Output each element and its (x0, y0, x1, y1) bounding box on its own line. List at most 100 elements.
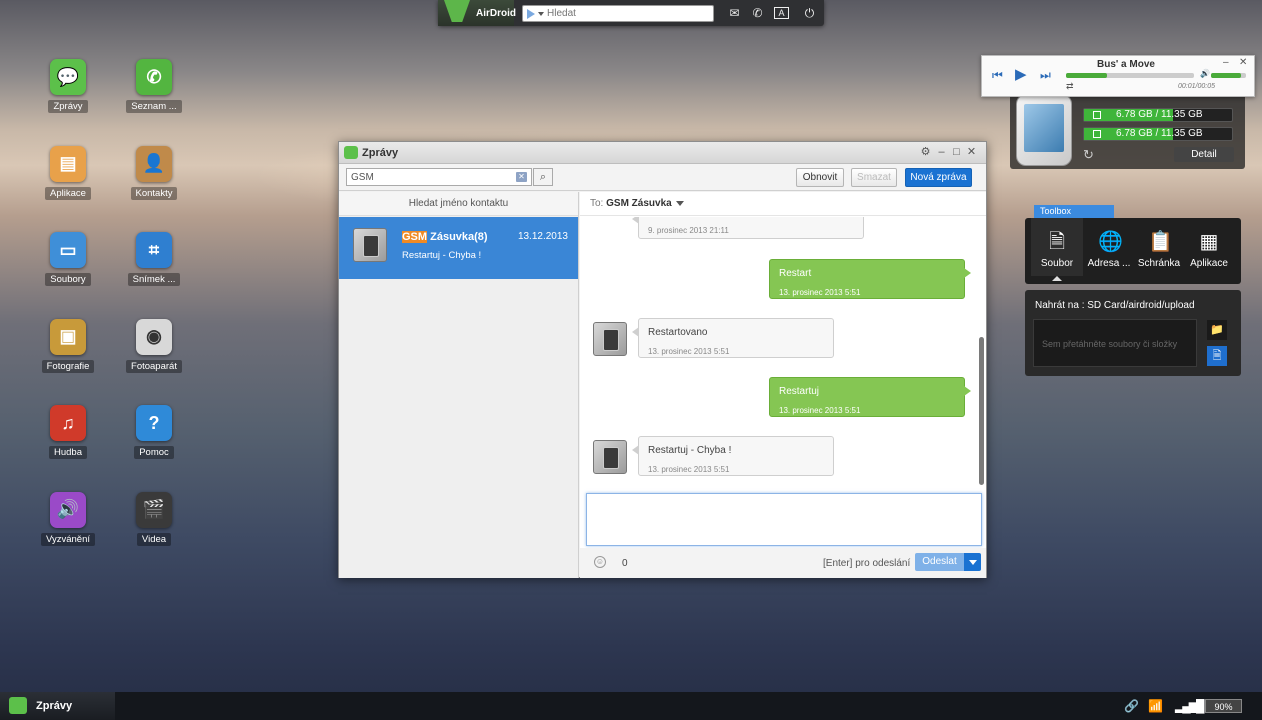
brand-name: AirDroid (476, 8, 516, 19)
desktop-icon-label: Zprávy (48, 100, 88, 113)
sms-icon[interactable]: A (774, 7, 789, 19)
desktop-icon-videos[interactable]: 🎬 Videa (119, 491, 189, 549)
previous-icon[interactable]: ⏮ (992, 68, 1003, 83)
search-icon: ⌕ (539, 171, 547, 183)
message-text: Restartovano (648, 327, 708, 338)
close-icon[interactable]: ✕ (966, 146, 977, 158)
minimize-icon[interactable]: – (1223, 57, 1229, 68)
volume-icon[interactable]: 🔊 (1200, 69, 1210, 78)
tool-apps[interactable]: ▦ Aplikace (1183, 218, 1235, 276)
outgoing-message[interactable]: Restart 13. prosinec 2013 5:51 (769, 259, 971, 299)
camera-icon: ◉ (136, 318, 172, 355)
ringtones-icon: 🔊 (50, 491, 86, 528)
next-icon[interactable]: ⏭ (1040, 68, 1051, 83)
outgoing-message[interactable]: Restartuj 13. prosinec 2013 5:51 (769, 377, 971, 417)
tool-address[interactable]: 🌐 Adresa ... (1083, 218, 1135, 276)
play-store-icon (527, 9, 535, 19)
desktop-icon-label: Videa (136, 532, 172, 546)
global-search-input[interactable] (547, 7, 707, 20)
desktop-icon-label: Snímek ... (127, 273, 181, 286)
desktop-icon-contacts[interactable]: 👤 Kontakty (119, 145, 189, 203)
message-thread[interactable]: 9. prosinec 2013 21:11 Restart 13. prosine… (580, 217, 986, 487)
music-player: Bus' a Move ⏮ ▶ ⏭ 🔊 ⇄ 00:01/00:05 – ✕ (981, 55, 1255, 97)
desktop-icon-files[interactable]: ▭ Soubory (33, 232, 103, 289)
recipient-bar[interactable]: To: GSM Zásuvka (580, 192, 986, 216)
photos-icon: ▣ (50, 318, 86, 355)
play-icon[interactable]: ▶ (1015, 65, 1027, 83)
refresh-icon[interactable]: ↻ (1083, 147, 1094, 163)
phone-image (1016, 94, 1072, 166)
wifi-icon: 📶 (1148, 699, 1163, 713)
compose-box[interactable] (586, 493, 982, 546)
toolbox-label: Toolbox (1034, 205, 1114, 218)
send-button[interactable]: Odeslat (915, 553, 964, 571)
upload-panel: Nahrát na : SD Card/airdroid/upload Sem … (1025, 290, 1241, 376)
link-icon[interactable]: 🔗 (1124, 699, 1139, 713)
signal-icon: ▂▄▆█ (1175, 699, 1205, 713)
maximize-icon[interactable]: □ (951, 146, 962, 158)
upload-destination: Nahrát na : SD Card/airdroid/upload (1035, 300, 1195, 311)
incoming-message[interactable]: Restartovano 13. prosinec 2013 5:51 (632, 318, 834, 358)
desktop-icon-contacts-list[interactable]: ✆ Seznam ... (119, 59, 189, 116)
compose-footer: ☺ 0 [Enter] pro odeslání Odeslat (580, 548, 986, 578)
progress-bar[interactable] (1066, 73, 1194, 78)
send-options-dropdown[interactable] (964, 553, 981, 571)
contact-search-input[interactable] (351, 171, 511, 183)
messages-app-icon (344, 146, 358, 159)
message-timestamp: 13. prosinec 2013 5:51 (779, 288, 861, 297)
desktop-icon-screenshot[interactable]: ⌗ Snímek ... (119, 232, 189, 289)
repeat-icon[interactable]: ⇄ (1066, 81, 1074, 92)
desktop-icon-help[interactable]: ? Pomoc (119, 405, 189, 462)
power-icon[interactable]: ⏻ (802, 6, 817, 20)
global-search[interactable] (522, 5, 714, 22)
new-message-button[interactable]: Nová zpráva (905, 168, 972, 187)
contact-search[interactable]: ✕ (346, 168, 532, 186)
help-icon: ? (136, 405, 172, 441)
tool-file[interactable]: 🗎 Soubor (1031, 218, 1083, 281)
storage-sd-text: 6.78 GB / 11.35 GB (1116, 128, 1203, 139)
desktop-icon-apps[interactable]: ▤ Aplikace (33, 145, 103, 203)
emoji-icon[interactable]: ☺ (594, 556, 606, 568)
playback-time: 00:01/00:05 (1178, 83, 1215, 90)
incoming-message[interactable]: Restartuj - Chyba ! 13. prosinec 2013 5:5… (632, 436, 834, 476)
name-rest: Zásuvka(8) (427, 231, 488, 243)
desktop-icon-camera[interactable]: ◉ Fotoaparát (119, 318, 189, 376)
desktop-icon-label: Soubory (45, 273, 91, 286)
minimize-icon[interactable]: – (936, 146, 947, 158)
desktop-icon-ringtones[interactable]: 🔊 Vyzvánění (33, 491, 103, 549)
gear-icon[interactable]: ⚙ (920, 146, 931, 158)
taskbar-messages[interactable]: Zprávy (0, 692, 115, 720)
chevron-down-icon[interactable] (538, 12, 544, 16)
volume-slider[interactable] (1211, 73, 1246, 78)
window-toolbar: ✕ ⌕ Obnovit Smazat Nová zpráva (339, 164, 986, 191)
phone-icon[interactable]: ✆ (750, 6, 765, 20)
desktop-icon-photos[interactable]: ▣ Fotografie (33, 318, 103, 376)
delete-button[interactable]: Smazat (851, 168, 897, 187)
scrollbar[interactable] (979, 337, 984, 485)
battery-indicator: 90% (1205, 699, 1242, 713)
close-icon[interactable]: ✕ (1239, 57, 1247, 68)
window-title: Zprávy (362, 147, 399, 159)
tool-clipboard[interactable]: 📋 Schránka (1133, 218, 1185, 276)
storage-icon (1093, 111, 1101, 119)
airdroid-logo[interactable]: AirDroid (438, 0, 516, 26)
desktop-icon-music[interactable]: ♫ Hudba (33, 405, 103, 462)
chevron-down-icon[interactable] (675, 200, 684, 206)
contact-item[interactable]: GSM Zásuvka(8) 13.12.2013 Restartuj - Ch… (339, 217, 578, 279)
compose-input[interactable] (587, 494, 981, 545)
clear-icon[interactable]: ✕ (516, 172, 527, 182)
mail-icon[interactable]: ✉ (727, 6, 742, 20)
refresh-button[interactable]: Obnovit (796, 168, 844, 187)
drop-zone[interactable]: Sem přetáhněte soubory či složky (1033, 319, 1197, 367)
folder-add-icon: 📁 (1210, 324, 1224, 336)
incoming-message[interactable]: 9. prosinec 2013 21:11 (632, 217, 864, 239)
search-button[interactable]: ⌕ (533, 168, 553, 186)
desktop-icon-messages[interactable]: 💬 Zprávy (33, 59, 103, 116)
detail-button[interactable]: Detail (1174, 147, 1234, 162)
taskbar-app-label: Zprávy (36, 700, 73, 712)
enter-hint: [Enter] pro odeslání (823, 558, 911, 569)
window-titlebar[interactable]: Zprávy ⚙ – □ ✕ (339, 142, 986, 164)
upload-file-button[interactable]: 🗎 (1207, 346, 1227, 366)
song-title: Bus' a Move (1097, 59, 1155, 70)
upload-folder-button[interactable]: 📁 (1207, 320, 1227, 340)
